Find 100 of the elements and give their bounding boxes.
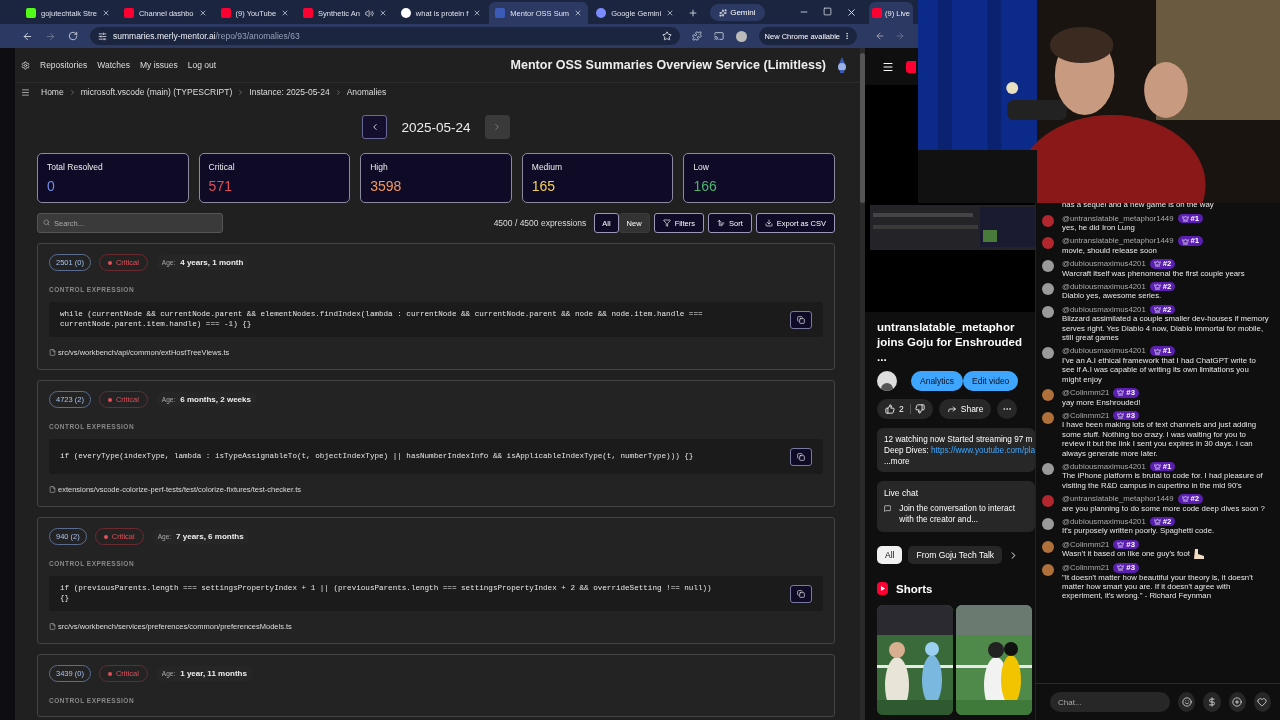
age-value: 6 months, 2 weeks [180,395,251,404]
severity-dot [107,260,112,265]
like-button[interactable]: 2 [877,399,933,419]
play-icon [303,8,314,18]
more-button[interactable] [997,399,1018,419]
filter-chip[interactable]: From Goju Tech Talk [908,546,1003,564]
close-icon[interactable] [198,9,207,17]
menu-icon[interactable] [21,87,30,97]
stat-value: 165 [531,178,557,194]
studio-button[interactable]: Analytics [911,371,963,391]
copy-button[interactable] [790,584,812,603]
sparkle-icon [719,8,728,17]
age-value: 1 year, 11 months [180,669,247,678]
close-icon[interactable] [846,7,857,18]
share-button[interactable]: Share [938,399,992,419]
copy-button[interactable] [790,310,812,329]
close-icon[interactable] [378,9,387,17]
nav-link[interactable]: My issues [140,60,178,70]
stream-info: 12 watching now Started streaming 97 m [884,434,1034,445]
crown-icon [1153,260,1161,268]
menu-icon[interactable] [882,60,894,73]
app-title: Mentor OSS Summaries Overview Service (Limitless) [510,58,826,72]
settings-icon[interactable] [21,60,30,70]
reload-icon[interactable] [68,31,78,41]
file-icon [49,486,56,493]
share-icon [946,404,957,414]
stat-label: Critical [208,162,236,172]
live-chat-title: Live chat [884,488,920,498]
nav-link[interactable]: Log out [187,60,217,70]
stat-label: Medium [531,162,564,172]
copy-icon [797,315,805,324]
severity-dot [107,397,112,402]
studio-button[interactable]: Edit video [963,371,1019,391]
site-icon [400,8,411,18]
crown-icon [1153,283,1161,291]
age-value: 4 years, 1 month [180,258,244,267]
emoji-button[interactable] [1178,692,1196,712]
crown-icon [1153,347,1161,355]
breadcrumb-link[interactable]: Home [41,87,64,97]
crown-icon [1153,518,1161,526]
super-chat-button[interactable] [1203,692,1221,712]
site-icon [495,8,506,18]
bookmark-icon[interactable] [661,31,672,41]
extensions-icon[interactable] [691,31,702,41]
age-value: 7 years, 6 months [176,532,244,541]
close-icon[interactable] [666,9,675,17]
nav-link[interactable]: Repositories [40,60,88,70]
logo-icon [906,60,916,73]
scrollbar-thumb[interactable] [860,53,865,203]
breadcrumb-link[interactable]: Instance: 2025-05-24 [249,87,330,97]
close-icon[interactable] [473,9,482,17]
file-icon [49,349,56,356]
like-button[interactable] [1253,692,1271,712]
copy-button[interactable] [790,447,812,466]
play-icon [220,8,231,18]
nav-link[interactable]: Watches [97,60,130,70]
shorts-icon [877,582,888,595]
filter-chip[interactable]: All [877,546,903,564]
download-icon [764,219,773,227]
chevron-icon [237,88,245,96]
foot-icon [1192,549,1205,560]
thumbs-up-icon [885,404,895,414]
play-icon [123,8,134,18]
severity-dot [103,534,108,539]
expression-count: 4500 / 4500 expressions [493,218,587,228]
more-link[interactable]: ...more [884,456,1035,467]
heart-icon [1257,697,1268,707]
new-tab-icon[interactable] [688,8,699,18]
date-label: 2025-05-24 [401,119,471,135]
previous-button[interactable] [362,115,388,139]
profile-avatar[interactable] [735,30,747,42]
back-icon[interactable] [875,31,885,41]
more-icon [843,32,851,40]
breadcrumb-link[interactable]: microsoft.vscode (main) (TYPESCRIPT) [80,87,233,97]
chat-icon [884,503,892,514]
chevron-icon [68,88,76,96]
breadcrumb-link[interactable]: Anomalies [346,87,387,97]
smile-icon [1181,697,1192,707]
back-icon[interactable] [22,30,33,42]
stat-label: Total Resolved [47,162,104,172]
filter-icon [662,219,671,227]
gemini-button[interactable]: Gemini [710,4,765,21]
add-button[interactable] [1228,692,1246,712]
cast-icon[interactable] [713,31,724,41]
play-icon [872,8,882,18]
crown-icon [1181,237,1189,245]
section-title: Shorts [896,582,933,595]
channel-avatar[interactable] [877,371,897,391]
search-icon [43,219,50,226]
address-bar[interactable]: summaries.merly-mentor.ai/repo/93/anomalies/63 [90,27,680,45]
close-icon[interactable] [101,9,110,17]
chat-input[interactable]: Chat... [1050,692,1170,712]
close-icon[interactable] [281,9,290,17]
dollar-icon [1206,697,1217,707]
link[interactable]: https://www.youtube.com/pla [930,446,1035,455]
chevron-icon [334,88,342,96]
video-title: untranslatable_metaphor joins Goju for Enshrouded ... [875,320,1024,365]
close-icon[interactable] [574,9,583,17]
maximize-icon[interactable] [823,7,832,16]
site-icon [596,8,607,18]
